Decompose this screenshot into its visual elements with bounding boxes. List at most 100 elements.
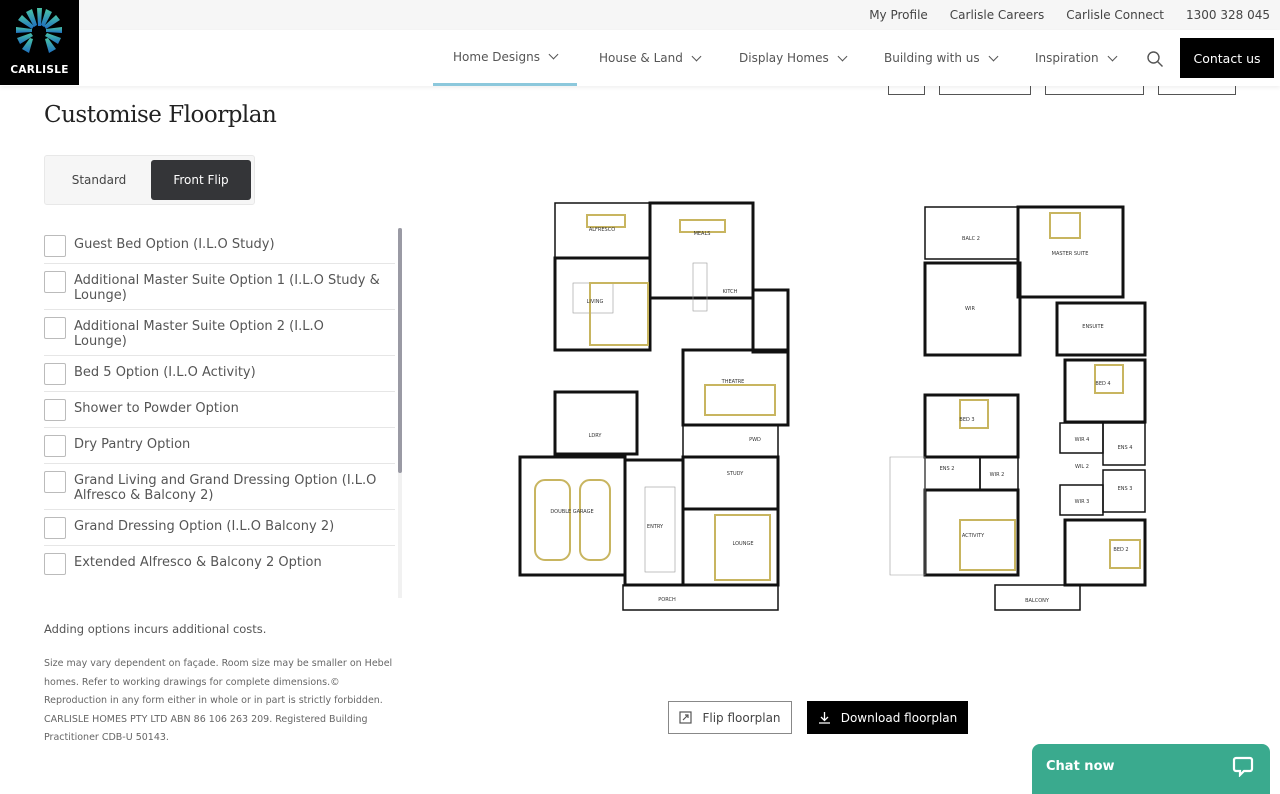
search-icon[interactable] bbox=[1146, 50, 1164, 68]
option-label: Extended Alfresco & Balcony 2 Option bbox=[74, 555, 322, 570]
carlisle-logo[interactable]: CARLISLE bbox=[0, 0, 79, 85]
room-label: BED 4 bbox=[1095, 381, 1110, 387]
room-label: PWD bbox=[749, 437, 761, 443]
nav-building-with-us[interactable]: Building with us bbox=[884, 30, 999, 86]
chevron-down-icon bbox=[548, 49, 559, 60]
room-label: MEALS bbox=[694, 231, 711, 237]
disclaimer: Size may vary dependent on façade. Room … bbox=[44, 658, 393, 743]
nav-home-designs[interactable]: Home Designs bbox=[433, 30, 577, 86]
checkbox[interactable] bbox=[44, 435, 66, 457]
toggle-front-flip[interactable]: Front Flip bbox=[151, 160, 251, 200]
checkbox[interactable] bbox=[44, 363, 66, 385]
chat-bubble-icon bbox=[1232, 756, 1254, 777]
option-item[interactable]: Bed 5 Option (I.L.O Activity) bbox=[44, 356, 395, 392]
my-profile-link[interactable]: My Profile bbox=[869, 8, 928, 22]
checkbox[interactable] bbox=[44, 517, 66, 539]
ground-floor-plan: ALFRESCO MEALS KITCH LIVING THEATRE LDRY… bbox=[518, 201, 790, 611]
room-label: WIR 3 bbox=[1075, 499, 1090, 505]
download-floorplan-button[interactable]: Download floorplan bbox=[807, 701, 968, 734]
room-label: WIR 4 bbox=[1075, 437, 1090, 443]
logo-icon bbox=[16, 8, 62, 53]
checkbox[interactable] bbox=[44, 235, 66, 257]
checkbox[interactable] bbox=[44, 271, 66, 293]
room-label: ACTIVITY bbox=[962, 533, 985, 539]
chat-label: Chat now bbox=[1046, 758, 1115, 774]
download-label: Download floorplan bbox=[840, 710, 958, 725]
option-item[interactable]: Grand Living and Grand Dressing Option (… bbox=[44, 464, 395, 510]
option-label: Guest Bed Option (I.L.O Study) bbox=[74, 237, 275, 252]
room-label: ENS 2 bbox=[940, 466, 955, 472]
checkbox[interactable] bbox=[44, 317, 66, 339]
room-label: LOUNGE bbox=[733, 541, 754, 547]
costs-note: Adding options incurs additional costs. bbox=[44, 622, 267, 636]
option-label: Bed 5 Option (I.L.O Activity) bbox=[74, 365, 256, 380]
nav-house-land[interactable]: House & Land bbox=[599, 30, 702, 86]
flip-floorplan-button[interactable]: Flip floorplan bbox=[668, 701, 792, 734]
room-label: BALC 2 bbox=[962, 236, 980, 242]
option-label: Shower to Powder Option bbox=[74, 401, 239, 416]
chevron-down-icon bbox=[691, 51, 702, 61]
options-scrollbar[interactable] bbox=[398, 228, 402, 598]
option-item[interactable]: Guest Bed Option (I.L.O Study) bbox=[44, 228, 395, 264]
nav-label: Home Designs bbox=[453, 49, 540, 64]
room-label: BALCONY bbox=[1025, 598, 1050, 604]
main-nav: Home Designs House & Land Display Homes … bbox=[0, 30, 1280, 86]
option-item[interactable]: Shower to Powder Option bbox=[44, 392, 395, 428]
download-icon bbox=[818, 712, 830, 724]
room-label: PORCH bbox=[658, 597, 676, 603]
nav-label: Display Homes bbox=[739, 51, 829, 65]
upper-floor-plan: BALC 2 MASTER SUITE WIR ENSUITE BED 4 BE… bbox=[889, 205, 1147, 611]
room-label: ENTRY bbox=[647, 524, 664, 530]
nav-display-homes[interactable]: Display Homes bbox=[739, 30, 848, 86]
page-title: Customise Floorplan bbox=[44, 102, 277, 128]
room-label: LDRY bbox=[589, 433, 603, 439]
chevron-down-icon bbox=[1107, 51, 1118, 61]
options-list: Guest Bed Option (I.L.O Study) Additiona… bbox=[44, 228, 395, 581]
nav-inspiration[interactable]: Inspiration bbox=[1035, 30, 1118, 86]
room-label: ENSUITE bbox=[1082, 324, 1103, 330]
orientation-toggle: Standard Front Flip bbox=[44, 155, 255, 205]
option-label: Grand Dressing Option (I.L.O Balcony 2) bbox=[74, 519, 335, 534]
chevron-down-icon bbox=[837, 51, 848, 61]
nav-label: House & Land bbox=[599, 51, 683, 65]
checkbox[interactable] bbox=[44, 471, 66, 493]
option-item[interactable]: Extended Alfresco & Balcony 2 Option bbox=[44, 546, 395, 581]
nav-label: Inspiration bbox=[1035, 51, 1099, 65]
checkbox[interactable] bbox=[44, 399, 66, 421]
room-label: BED 2 bbox=[1113, 547, 1128, 553]
room-label: LIVING bbox=[587, 299, 604, 305]
toggle-standard[interactable]: Standard bbox=[49, 160, 149, 200]
room-label: KITCH bbox=[723, 289, 738, 295]
option-item[interactable]: Additional Master Suite Option 1 (I.L.O … bbox=[44, 264, 395, 310]
flip-label: Flip floorplan bbox=[702, 710, 781, 725]
room-label: WIR 2 bbox=[990, 472, 1005, 478]
room-label: DOUBLE GARAGE bbox=[550, 509, 593, 515]
option-item[interactable]: Additional Master Suite Option 2 (I.L.O … bbox=[44, 310, 395, 356]
nav-label: Building with us bbox=[884, 51, 980, 65]
logo-wordmark: CARLISLE bbox=[10, 64, 69, 76]
phone-link[interactable]: 1300 328 045 bbox=[1186, 8, 1270, 22]
room-label: BED 3 bbox=[959, 417, 974, 423]
utility-bar: My Profile Carlisle Careers Carlisle Con… bbox=[0, 0, 1280, 30]
contact-us-button[interactable]: Contact us bbox=[1180, 38, 1274, 78]
option-item[interactable]: Grand Dressing Option (I.L.O Balcony 2) bbox=[44, 510, 395, 546]
option-label: Grand Living and Grand Dressing Option (… bbox=[74, 473, 377, 503]
room-label: WIL 2 bbox=[1075, 464, 1089, 470]
room-label: WIR bbox=[965, 306, 975, 312]
room-label: THEATRE bbox=[721, 379, 745, 385]
room-label: MASTER SUITE bbox=[1052, 251, 1089, 257]
flip-icon bbox=[679, 711, 693, 724]
room-label: ENS 4 bbox=[1118, 445, 1133, 451]
checkbox[interactable] bbox=[44, 553, 66, 575]
room-label: STUDY bbox=[727, 471, 744, 477]
option-label: Additional Master Suite Option 1 (I.L.O … bbox=[74, 273, 380, 303]
option-label: Dry Pantry Option bbox=[74, 437, 191, 452]
option-label: Additional Master Suite Option 2 (I.L.O … bbox=[74, 319, 324, 349]
option-item[interactable]: Dry Pantry Option bbox=[44, 428, 395, 464]
scrollbar-thumb[interactable] bbox=[398, 228, 402, 473]
careers-link[interactable]: Carlisle Careers bbox=[950, 8, 1044, 22]
connect-link[interactable]: Carlisle Connect bbox=[1066, 8, 1164, 22]
room-label: ALFRESCO bbox=[589, 227, 615, 233]
chevron-down-icon bbox=[988, 51, 999, 61]
chat-now-widget[interactable]: Chat now bbox=[1032, 744, 1270, 794]
